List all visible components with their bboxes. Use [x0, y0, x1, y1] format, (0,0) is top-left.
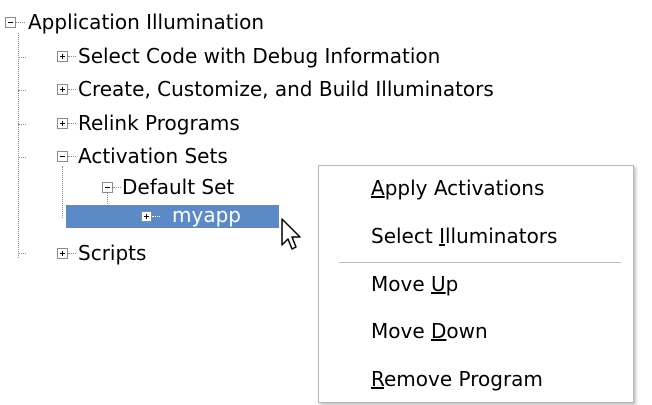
menu-item-text: own: [446, 319, 488, 343]
menu-item-move-down[interactable]: Move Down: [371, 318, 488, 344]
tree-item-create-illuminators[interactable]: Create, Customize, and Build Illuminator…: [78, 77, 494, 101]
menu-item-mnemonic: U: [431, 272, 446, 296]
menu-item-text: emove Program: [384, 367, 543, 391]
menu-item-text: Select: [371, 224, 440, 248]
tree-connector: [152, 216, 160, 217]
tree-connector: [18, 33, 19, 258]
tree-item-myapp[interactable]: myapp: [172, 203, 241, 227]
menu-item-text: lluminators: [444, 224, 558, 248]
expand-toggle-icon[interactable]: [57, 51, 68, 62]
menu-item-text: p: [445, 272, 459, 296]
tree-connector: [18, 124, 26, 125]
tree-connector: [68, 89, 76, 90]
tree-connector: [113, 187, 121, 188]
tree-connector: [16, 22, 25, 23]
menu-item-select-illuminators[interactable]: Select Illuminators: [371, 223, 557, 249]
menu-item-remove-program[interactable]: Remove Program: [371, 366, 543, 392]
tree-connector: [62, 166, 63, 218]
menu-item-text: Move: [371, 319, 431, 343]
collapse-toggle-icon[interactable]: [57, 151, 68, 162]
tree-connector: [18, 57, 26, 58]
tree-connector: [18, 157, 26, 158]
tree-connector: [18, 253, 26, 254]
tree-item-scripts[interactable]: Scripts: [78, 241, 146, 265]
menu-item-move-up[interactable]: Move Up: [371, 271, 458, 297]
tree-connector: [68, 56, 76, 57]
tree-connector: [68, 156, 76, 157]
collapse-toggle-icon[interactable]: [5, 17, 16, 28]
arrow-cursor-icon: [281, 218, 301, 250]
expand-toggle-icon[interactable]: [57, 84, 68, 95]
menu-item-text: Move: [371, 272, 431, 296]
tree-connector: [68, 253, 76, 254]
menu-item-apply-activations[interactable]: Apply Activations: [371, 175, 544, 201]
menu-item-mnemonic: D: [431, 319, 447, 343]
tree-connector: [68, 123, 76, 124]
menu-item-mnemonic: A: [371, 176, 385, 200]
tree-item-default-set[interactable]: Default Set: [122, 175, 234, 199]
menu-item-text: pply Activations: [384, 176, 545, 200]
menu-item-mnemonic: R: [371, 367, 384, 391]
expand-toggle-icon[interactable]: [141, 211, 152, 222]
tree-item-myapp-row[interactable]: myapp: [66, 203, 279, 228]
tree-item-select-code[interactable]: Select Code with Debug Information: [78, 44, 440, 68]
expand-toggle-icon[interactable]: [57, 118, 68, 129]
tree-item-application-illumination[interactable]: Application Illumination: [28, 10, 264, 34]
menu-separator: [339, 262, 621, 263]
tree-connector: [18, 90, 26, 91]
tree-item-activation-sets[interactable]: Activation Sets: [78, 144, 228, 168]
context-menu: Apply Activations Select Illuminators Mo…: [318, 165, 634, 403]
expand-toggle-icon[interactable]: [57, 248, 68, 259]
tree-item-relink-programs[interactable]: Relink Programs: [78, 111, 240, 135]
collapse-toggle-icon[interactable]: [102, 182, 113, 193]
